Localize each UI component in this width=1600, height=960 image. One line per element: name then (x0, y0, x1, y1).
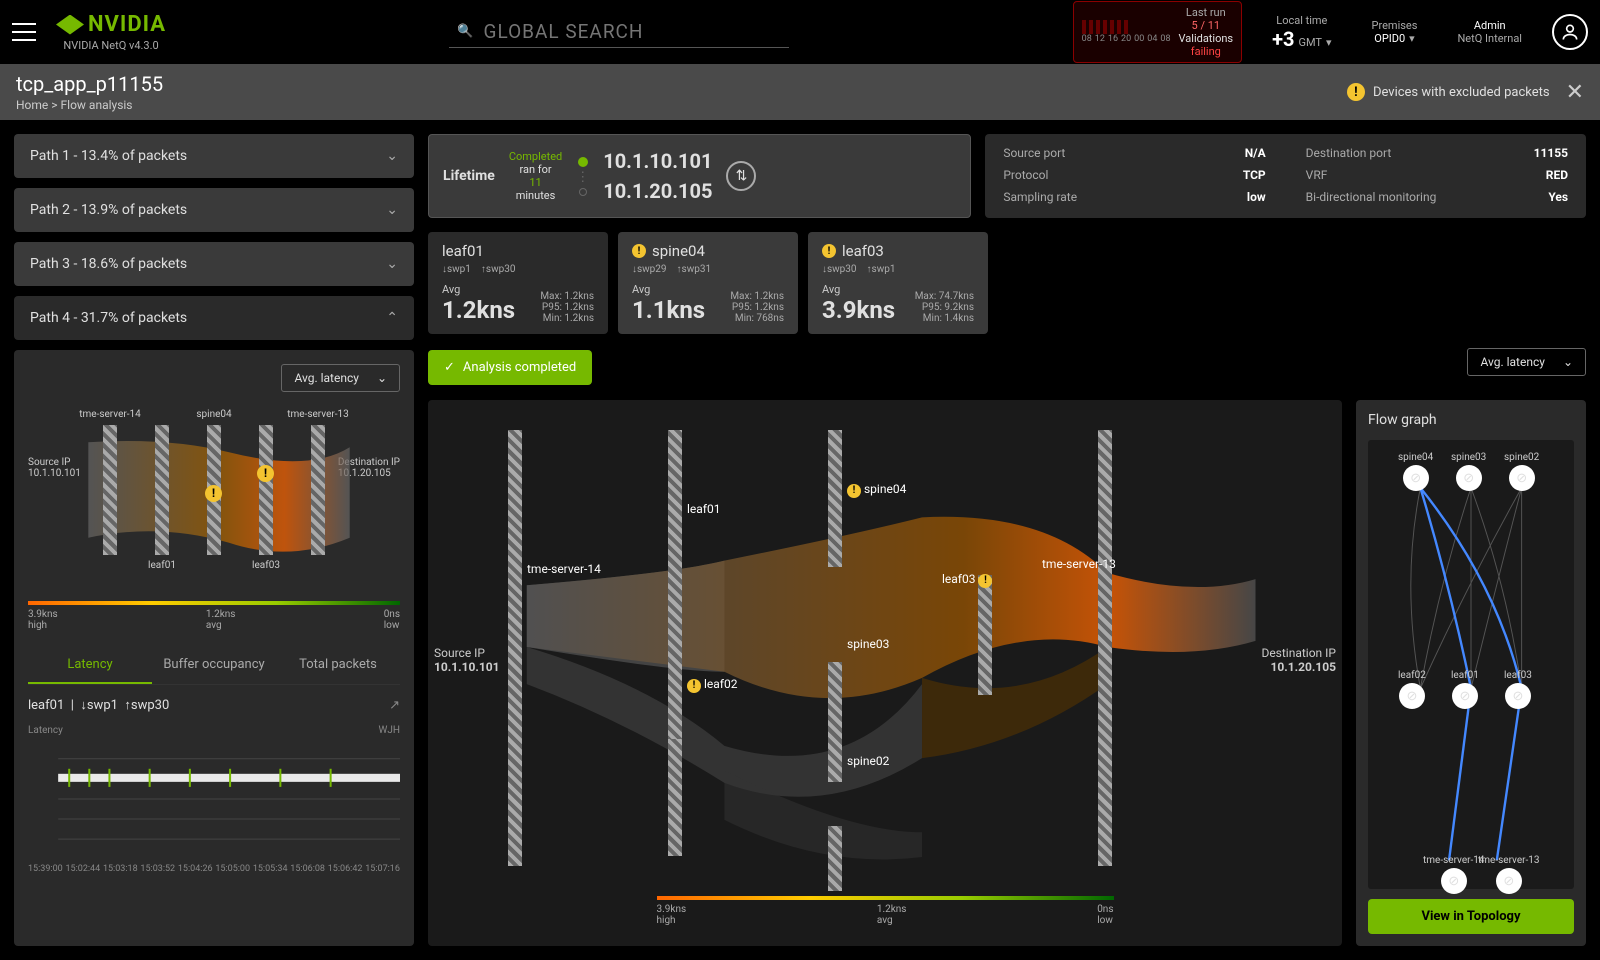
chevron-down-icon: ⌄ (386, 148, 398, 164)
user-menu[interactable]: Admin NetQ Internal (1447, 19, 1532, 45)
external-link-icon[interactable]: ↗ (389, 698, 400, 713)
view-topology-button[interactable]: View in Topology (1368, 899, 1574, 934)
nvidia-eye-icon (56, 15, 84, 35)
tab-buffer[interactable]: Buffer occupancy (152, 647, 276, 684)
chevron-down-icon: ⌄ (386, 256, 398, 272)
chevron-down-icon: ▾ (1326, 36, 1332, 49)
path-3-toggle[interactable]: Path 3 - 18.6% of packets⌄ (14, 242, 414, 286)
path-4-toggle[interactable]: Path 4 - 31.7% of packets⌃ (14, 296, 414, 340)
local-time[interactable]: Local time +3GMT▾ (1262, 14, 1341, 51)
warning-icon: ! (1347, 83, 1365, 101)
main-metric-dropdown[interactable]: Avg. latency⌄ (1467, 348, 1586, 376)
chevron-down-icon: ⌄ (1563, 355, 1573, 369)
path-mini-graph: Source IP10.1.10.101 Destination IP10.1.… (28, 402, 400, 577)
path-2-toggle[interactable]: Path 2 - 13.9% of packets⌄ (14, 188, 414, 232)
logo: NVIDIA NVIDIA NetQ v4.3.0 (56, 12, 166, 52)
check-icon: ✓ (444, 360, 455, 375)
premises-selector[interactable]: Premises OPID0▾ (1362, 19, 1428, 45)
device-card-leaf01[interactable]: leaf01 ↓swp1↑swp30 Avg1.2knsMax: 1.2knsP… (428, 232, 608, 334)
flow-graph-title: Flow graph (1368, 412, 1574, 428)
chevron-up-icon: ⌃ (386, 310, 398, 326)
validations-widget[interactable]: 08121620000408 Last run 5 / 11 Validatio… (1073, 1, 1242, 63)
tab-packets[interactable]: Total packets (276, 647, 400, 684)
menu-button[interactable] (12, 23, 36, 41)
flow-params: Source portN/A ProtocolTCP Sampling rate… (985, 134, 1586, 218)
path-1-toggle[interactable]: Path 1 - 13.4% of packets⌄ (14, 134, 414, 178)
latency-timeseries: 15:39:0015:02:4415:03:1815:03:5215:04:26… (28, 744, 400, 874)
device-card-spine04[interactable]: !spine04 ↓swp29↑swp31 Avg1.1knsMax: 1.2k… (618, 232, 798, 334)
breadcrumb: Home > Flow analysis (16, 98, 163, 112)
detail-device: leaf01 | ↓swp1 ↑swp30 (28, 697, 169, 713)
device-card-leaf03[interactable]: !leaf03 ↓swp30↑swp1 Avg3.9knsMax: 74.7kn… (808, 232, 988, 334)
sankey-chart: Source IP10.1.10.101 Destination IP10.1.… (428, 400, 1342, 946)
chevron-down-icon: ⌄ (377, 371, 387, 385)
excluded-packets-warning: ! Devices with excluded packets (1347, 83, 1550, 101)
chevron-down-icon: ⌄ (386, 202, 398, 218)
path-metric-dropdown[interactable]: Avg. latency⌄ (281, 364, 400, 392)
swap-direction-icon[interactable]: ⇅ (726, 161, 756, 191)
search-input[interactable] (484, 20, 782, 43)
user-avatar-icon[interactable] (1552, 14, 1588, 50)
close-icon[interactable]: ✕ (1566, 80, 1584, 105)
topology-graph[interactable]: spine04⊘ spine03⊘ spine02⊘ leaf02⊘ leaf0… (1368, 440, 1574, 889)
search-icon: 🔍 (457, 24, 473, 39)
chevron-down-icon: ▾ (1409, 32, 1415, 45)
tab-latency[interactable]: Latency (28, 647, 152, 684)
lifetime-box: Lifetime Completed ran for 11 minutes ⋮ … (428, 134, 971, 218)
analysis-complete-badge: ✓Analysis completed (428, 350, 592, 385)
page-title: tcp_app_p11155 (16, 72, 163, 96)
global-search[interactable]: 🔍 (449, 16, 789, 48)
latency-legend (28, 601, 400, 605)
